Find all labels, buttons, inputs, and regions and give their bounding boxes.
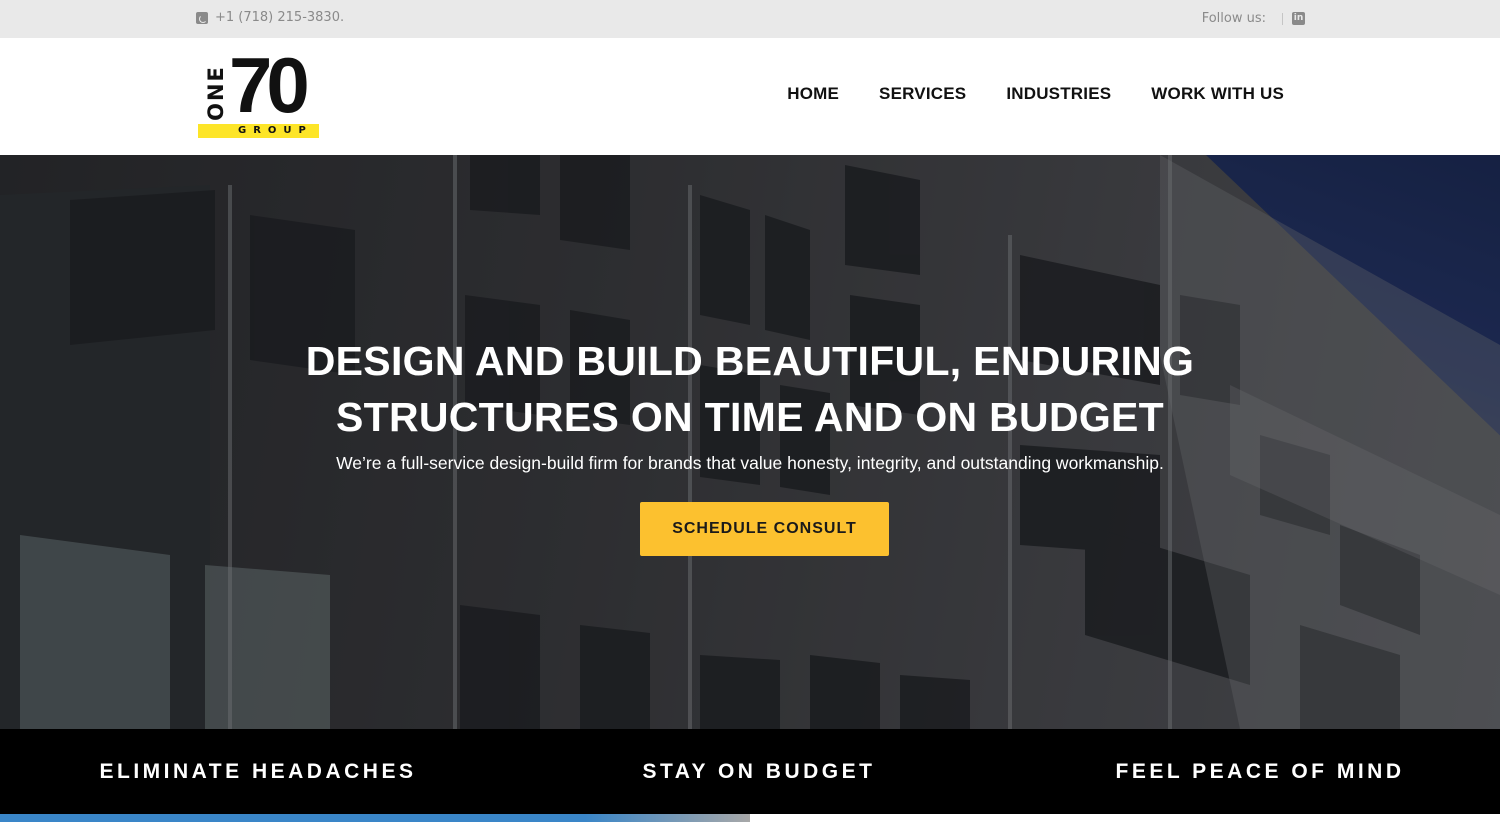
- hero-headline-line2: STRUCTURES ON TIME AND ON BUDGET: [335, 394, 1165, 440]
- nav-work-with-us[interactable]: WORK WITH US: [1151, 84, 1284, 104]
- company-logo[interactable]: ONE 70 GROUP: [198, 41, 320, 140]
- logo-number: 70: [229, 41, 310, 129]
- divider: [1282, 12, 1283, 25]
- phone-number[interactable]: +1 (718) 215-3830.: [215, 10, 344, 25]
- linkedin-icon[interactable]: in: [1292, 12, 1305, 25]
- phone-icon: [196, 11, 208, 24]
- top-bar: +1 (718) 215-3830. Follow us: in: [0, 0, 1500, 38]
- hero-subheadline: We’re a full-service design-build firm f…: [336, 453, 1164, 473]
- feature-stay-on-budget: STAY ON BUDGET: [642, 760, 876, 783]
- logo-vertical-text: ONE: [204, 65, 228, 121]
- next-section-image-left: [0, 814, 750, 822]
- feature-eliminate-headaches: ELIMINATE HEADACHES: [99, 760, 417, 783]
- next-section-right: [750, 814, 1500, 822]
- logo-group-bar: GROUP: [198, 124, 319, 138]
- nav-services[interactable]: SERVICES: [879, 84, 966, 104]
- hero-headline: DESIGN AND BUILD BEAUTIFUL, ENDURING STR…: [150, 333, 1350, 445]
- site-header: ONE 70 GROUP HOME SERVICES INDUSTRIES WO…: [0, 38, 1500, 155]
- follow-label: Follow us:: [1201, 11, 1266, 26]
- hero-section: DESIGN AND BUILD BEAUTIFUL, ENDURING STR…: [0, 155, 1500, 729]
- feature-strip: ELIMINATE HEADACHES STAY ON BUDGET FEEL …: [0, 729, 1500, 814]
- nav-home[interactable]: HOME: [787, 84, 839, 104]
- main-nav: HOME SERVICES INDUSTRIES WORK WITH US: [787, 84, 1284, 104]
- social-follow: Follow us: in: [1202, 11, 1305, 26]
- schedule-consult-button[interactable]: SCHEDULE CONSULT: [640, 502, 889, 556]
- feature-peace-of-mind: FEEL PEACE OF MIND: [1115, 760, 1405, 783]
- hero-headline-line1: DESIGN AND BUILD BEAUTIFUL, ENDURING: [305, 338, 1195, 384]
- phone-contact[interactable]: +1 (718) 215-3830.: [196, 10, 344, 25]
- nav-industries[interactable]: INDUSTRIES: [1006, 84, 1111, 104]
- logo-group-text: GROUP: [238, 125, 313, 136]
